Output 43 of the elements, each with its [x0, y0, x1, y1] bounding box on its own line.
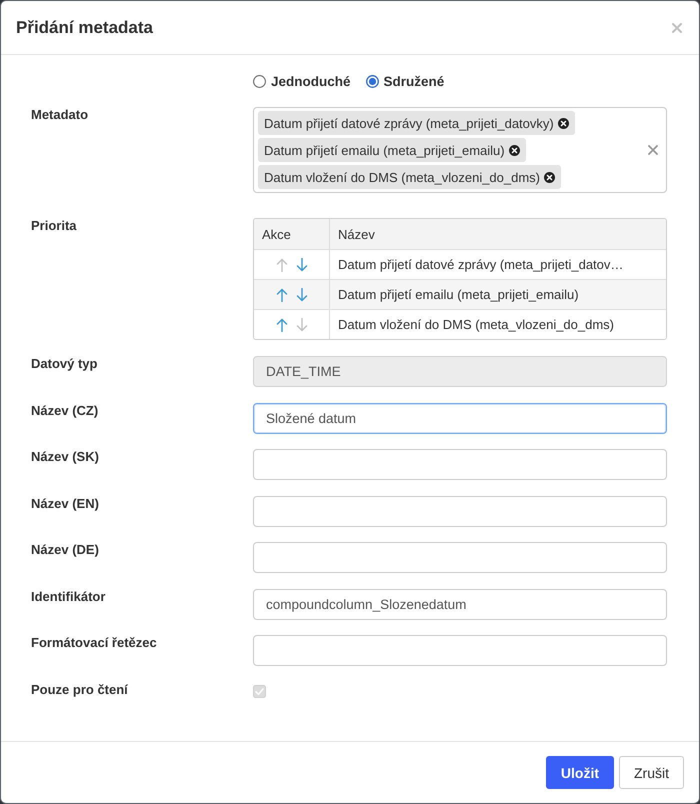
close-icon[interactable] — [672, 22, 682, 32]
arrow-up-icon[interactable] — [276, 288, 288, 302]
table-cell-text: Datum přijetí datové zprávy (meta_prijeti_datov… — [337, 256, 624, 274]
field-label: Priorita — [31, 218, 77, 234]
radio-label[interactable]: Jednoduché — [271, 74, 351, 88]
dialog-title: Přidání metadata — [16, 18, 153, 38]
text-field: DATE_TIME — [253, 356, 667, 387]
clear-icon[interactable] — [648, 145, 658, 155]
field-label: Pouze pro čtení — [31, 682, 128, 698]
field-label: Metadato — [31, 107, 88, 123]
radio-button[interactable] — [253, 74, 266, 88]
text-field[interactable] — [253, 449, 667, 480]
tag-label: Datum přijetí emailu (meta_prijeti_emailu) — [264, 142, 505, 158]
tag-label: Datum vložení do DMS (meta_vlozeni_do_dms) — [264, 170, 540, 184]
remove-icon[interactable] — [544, 172, 556, 182]
remove-icon[interactable] — [508, 144, 520, 156]
text-field[interactable] — [253, 542, 667, 573]
arrow-up-icon[interactable] — [276, 318, 288, 332]
field-label: Datový typ — [31, 356, 98, 372]
text-field[interactable]: compoundcolumn_Slozenedatum — [253, 588, 667, 620]
arrow-down-icon[interactable] — [296, 288, 308, 302]
text-field[interactable]: Složené datum — [253, 402, 667, 434]
arrow-down-icon[interactable] — [296, 318, 308, 332]
table-cell-text: Datum přijetí emailu (meta_prijeti_emailu) — [337, 286, 580, 304]
column-header: Akce — [254, 219, 330, 249]
radio-button[interactable] — [366, 74, 379, 88]
text-field[interactable] — [253, 635, 667, 666]
arrow-up-icon[interactable] — [276, 258, 288, 272]
remove-icon[interactable] — [558, 118, 569, 128]
column-header: Název — [337, 226, 376, 244]
field-label: Název (CZ) — [31, 402, 98, 418]
arrow-down-icon[interactable] — [296, 258, 308, 272]
field-label: Název (EN) — [31, 496, 99, 512]
cancel-button[interactable]: Zrušit — [619, 756, 684, 789]
field-label: Název (DE) — [31, 542, 99, 558]
field-label: Formátovací řetězec — [31, 635, 157, 651]
tag-label: Datum přijetí datové zprávy (meta_prijeti_datovky) — [264, 116, 554, 130]
save-button[interactable]: Uložit — [546, 756, 614, 789]
field-label: Identifikátor — [31, 588, 106, 604]
radio-label[interactable]: Sdružené — [384, 74, 444, 88]
text-field[interactable] — [253, 496, 667, 526]
table-cell-text: Datum vložení do DMS (meta_vlozeni_do_dms) — [337, 316, 616, 334]
field-label: Název (SK) — [31, 449, 99, 465]
